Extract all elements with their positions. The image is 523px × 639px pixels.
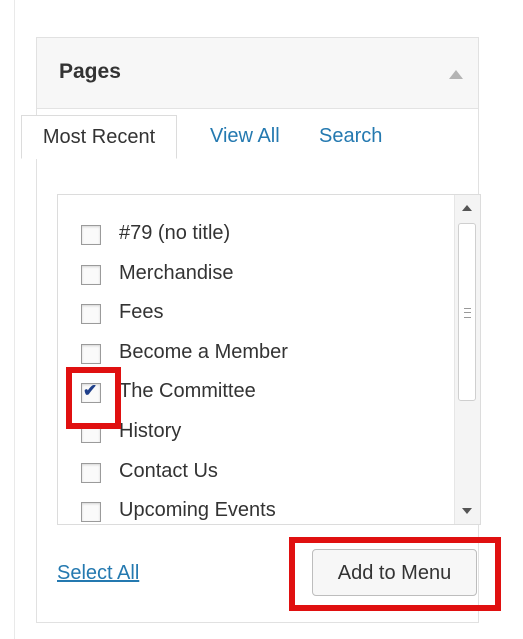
page-checkbox[interactable] [81,343,101,364]
list-item[interactable]: #79 (no title) [58,216,450,256]
tab-view-all[interactable]: View All [210,115,280,159]
page-label: Contact Us [119,459,218,482]
page-label: Upcoming Events [119,499,276,522]
page-label: The Committee [119,380,256,403]
select-all-link[interactable]: Select All [57,562,139,585]
tab-search[interactable]: Search [319,115,382,159]
page-label: Become a Member [119,340,288,363]
arrow-up-icon[interactable] [449,70,463,79]
scroll-thumb[interactable] [458,223,476,401]
list-item[interactable]: Merchandise [58,256,450,296]
panel-title: Pages [59,60,121,83]
page-checkbox[interactable] [81,225,101,245]
grip-icon [464,308,471,318]
list-item[interactable]: Upcoming Events [58,493,450,524]
page-checkbox[interactable] [81,462,101,483]
panel-header[interactable]: Pages [37,38,478,109]
list-item[interactable]: Fees [58,295,450,335]
scroll-down-icon[interactable] [462,508,472,514]
page-label: Merchandise [119,261,234,284]
pages-list-box: #79 (no title) Merchandise Fees Become a… [57,194,481,525]
tab-most-recent[interactable]: Most Recent [21,115,177,159]
highlight-box-checkbox [66,367,121,429]
page-label: Fees [119,301,164,324]
page-border-line [14,0,15,639]
page-label: #79 (no title) [119,222,231,244]
page-checkbox[interactable] [81,304,101,325]
page-label: History [119,419,182,442]
page-checkbox[interactable] [81,502,101,523]
scroll-up-icon[interactable] [462,205,472,211]
page-checkbox[interactable] [81,264,101,285]
list-scrollbar[interactable] [454,195,480,524]
list-item[interactable]: Contact Us [58,454,450,494]
highlight-box-add-button [289,537,501,611]
